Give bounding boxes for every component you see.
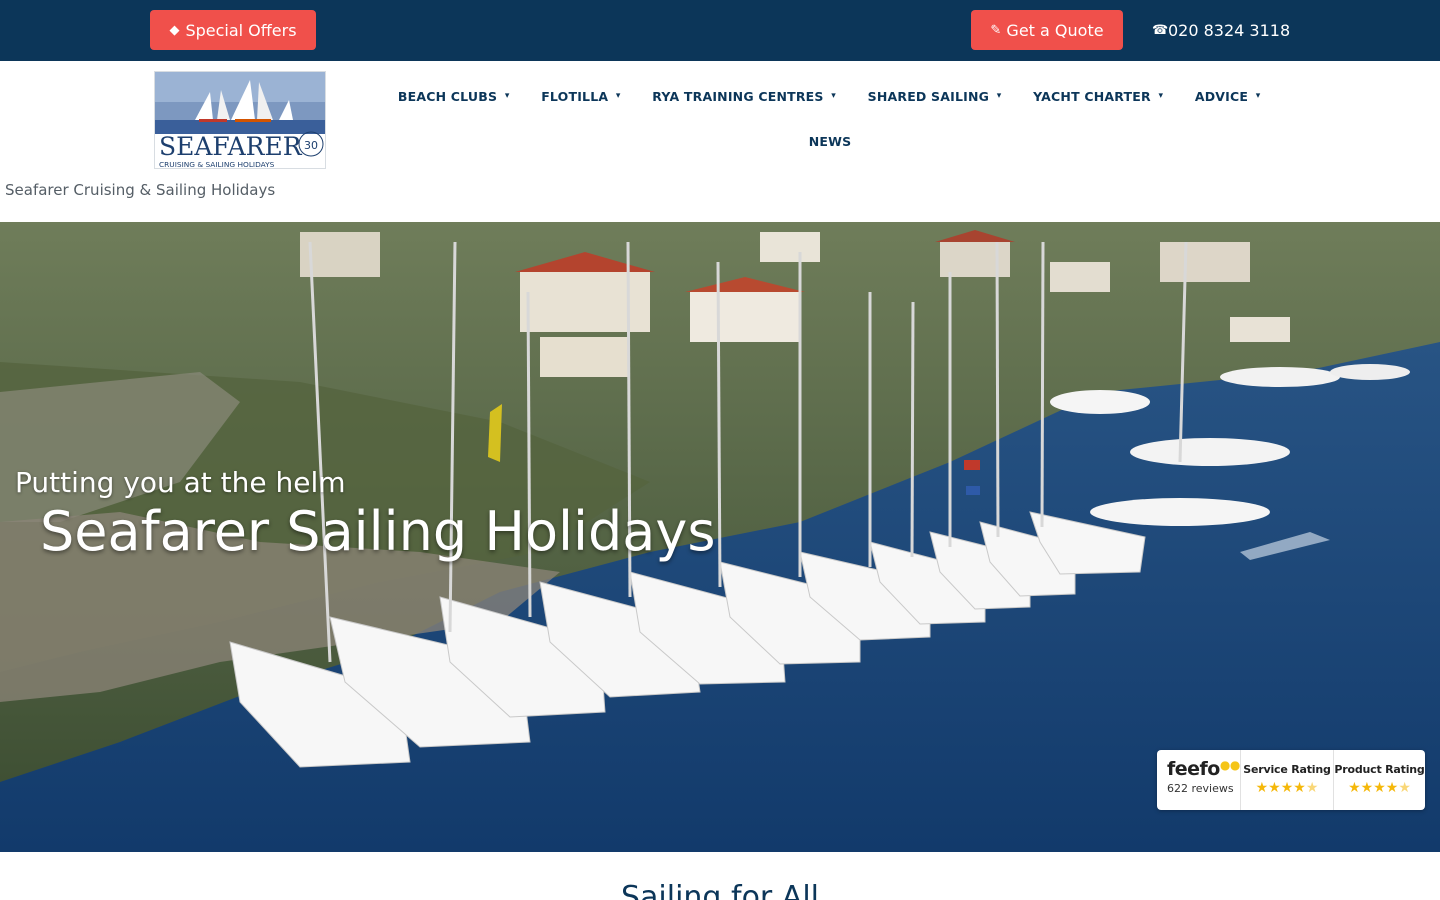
feefo-product-rating: Product Rating ★★★★★ [1333, 750, 1425, 810]
nav-flotilla-label: FLOTILLA [541, 88, 609, 104]
feefo-eyes-icon: ●● [1219, 758, 1240, 772]
nav-shared-sailing-label: SHARED SAILING [867, 88, 990, 104]
chevron-down-icon: ▾ [1255, 91, 1261, 101]
top-bar: ◆ Special Offers ✎ Get a Quote ☎ 020 832… [0, 0, 1440, 61]
feefo-logo: feefo●● [1167, 758, 1240, 780]
chevron-down-icon: ▾ [831, 91, 836, 101]
tag-icon: ◆ [169, 22, 180, 38]
service-rating-stars: ★★★★★ [1255, 780, 1319, 796]
feefo-badge[interactable]: feefo●● 622 reviews Service Rating ★★★★★… [1157, 750, 1425, 810]
nav-flotilla[interactable]: FLOTILLA ▾ [541, 89, 622, 104]
nav-advice-label: ADVICE [1194, 88, 1249, 104]
phone-icon: ☎ [1152, 22, 1169, 38]
chevron-down-icon: ▾ [1158, 91, 1164, 101]
phone-link[interactable]: ☎ 020 8324 3118 [1152, 10, 1290, 50]
hero-title: Seafarer Sailing Holidays [40, 500, 716, 563]
nav-beach-clubs[interactable]: BEACH CLUBS ▾ [398, 89, 511, 104]
feefo-service-rating: Service Rating ★★★★★ [1241, 750, 1333, 810]
main-nav: BEACH CLUBS ▾ FLOTILLA ▾ RYA TRAINING CE… [398, 77, 1262, 160]
get-quote-label: Get a Quote [1006, 20, 1104, 40]
chevron-down-icon: ▾ [615, 91, 621, 101]
special-offers-label: Special Offers [185, 20, 297, 40]
nav-rya-training-centres[interactable]: RYA TRAINING CENTRES ▾ [652, 89, 837, 104]
hero-tagline: Putting you at the helm [15, 466, 346, 499]
pencil-icon: ✎ [990, 22, 1002, 38]
site-title: Seafarer Cruising & Sailing Holidays [5, 181, 276, 199]
site-logo[interactable]: SEAFARER 30 CRUISING & SAILING HOLIDAYS [154, 71, 326, 169]
svg-text:30: 30 [304, 139, 318, 152]
nav-beach-clubs-label: BEACH CLUBS [397, 88, 498, 104]
feefo-review-count: 622 reviews [1167, 782, 1234, 795]
nav-shared-sailing[interactable]: SHARED SAILING ▾ [868, 89, 1004, 104]
section-heading: Sailing for All [620, 880, 819, 900]
nav-rya-training-centres-label: RYA TRAINING CENTRES [652, 88, 824, 104]
nav-advice[interactable]: ADVICE ▾ [1195, 89, 1262, 104]
service-rating-label: Service Rating [1243, 763, 1331, 776]
svg-text:CRUISING & SAILING HOLIDAYS: CRUISING & SAILING HOLIDAYS [159, 160, 275, 169]
nav-news[interactable]: NEWS [809, 134, 852, 149]
product-rating-stars: ★★★★★ [1348, 780, 1411, 796]
logo-graphic: SEAFARER 30 CRUISING & SAILING HOLIDAYS [155, 72, 325, 169]
nav-yacht-charter[interactable]: YACHT CHARTER ▾ [1033, 89, 1165, 104]
chevron-down-icon: ▾ [996, 91, 1002, 101]
nav-news-label: NEWS [808, 133, 852, 149]
chevron-down-icon: ▾ [504, 91, 510, 101]
feefo-summary: feefo●● 622 reviews [1157, 750, 1241, 810]
special-offers-button[interactable]: ◆ Special Offers [150, 10, 316, 50]
svg-text:SEAFARER: SEAFARER [159, 132, 303, 161]
get-quote-button[interactable]: ✎ Get a Quote [971, 10, 1123, 50]
product-rating-label: Product Rating [1334, 763, 1425, 776]
nav-yacht-charter-label: YACHT CHARTER [1033, 88, 1151, 104]
phone-number: 020 8324 3118 [1168, 20, 1291, 40]
